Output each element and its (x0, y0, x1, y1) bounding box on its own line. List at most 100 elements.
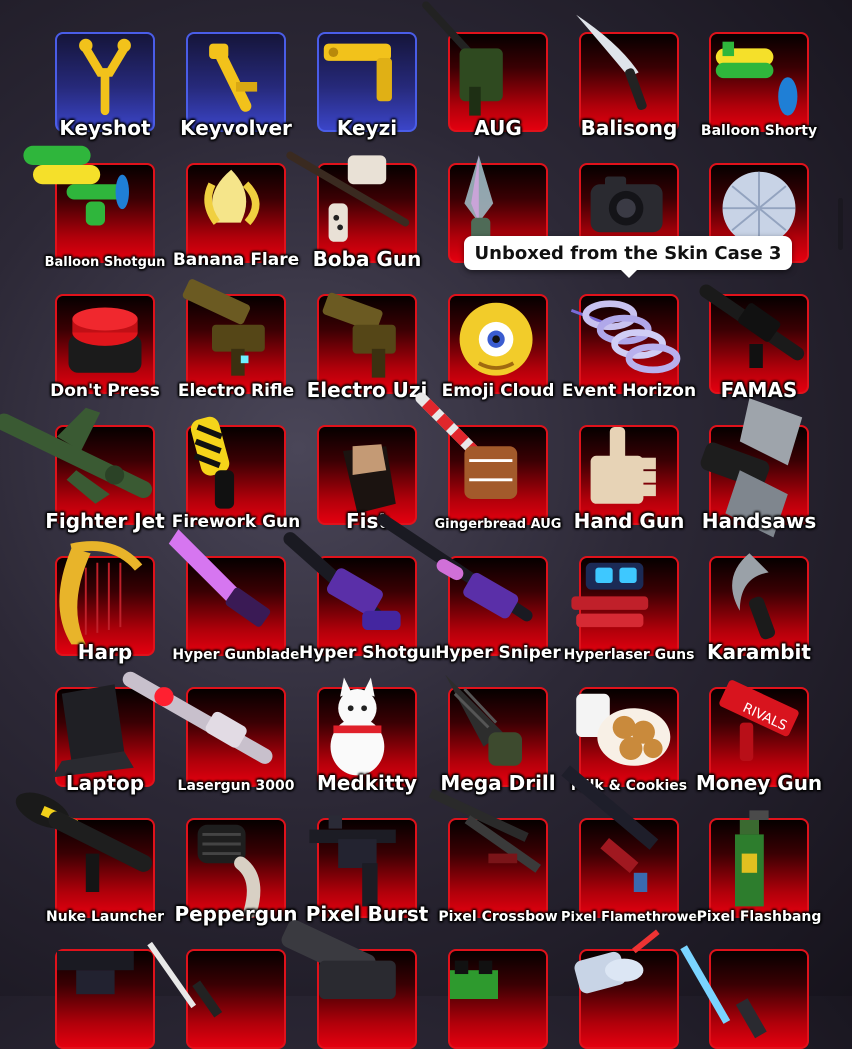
skin-name-label: Pixel Flamethrower (561, 910, 704, 925)
skin-name-label: Keyvolver (180, 116, 292, 140)
skin-card-fist[interactable]: Fist (317, 425, 417, 531)
katana-icon (147, 941, 223, 1018)
lasergun-icon (122, 671, 273, 764)
skin-name-label: Keyshot (59, 116, 151, 140)
skin-card-balloon-shorty[interactable]: Balloon Shorty (701, 32, 817, 138)
pixel-frog-icon (450, 960, 498, 999)
skin-name-label: Gingerbread AUG (434, 517, 562, 532)
milk-cookies-icon (576, 693, 671, 766)
skin-card-mega-drill[interactable]: Mega Drill (440, 674, 556, 793)
skin-card-electro-uzi[interactable]: Electro Uzi (307, 292, 427, 400)
skin-card-lasergun-3000[interactable]: Lasergun 3000 (122, 671, 294, 793)
skin-card-nuke-launcher[interactable]: Nuke Launcher (15, 792, 164, 924)
skin-card-hyper-sniper[interactable]: Hyper Sniper (377, 513, 561, 662)
skin-card-milk-cookies[interactable]: Milk & Cookies (571, 687, 687, 793)
skin-card-peppergun[interactable]: Peppergun (174, 818, 298, 924)
skin-card-item-42[interactable] (55, 949, 155, 1049)
skin-grid: Keyshot Keyvolver Keyzi AUG Balisong Balloon … (0, 0, 852, 1049)
skin-name-label: Money Gun (695, 771, 823, 795)
skin-name-label: Pixel Burst (305, 902, 429, 926)
skin-card-keyvolver[interactable]: Keyvolver (180, 32, 292, 138)
gingerbread-aug-icon (415, 392, 518, 499)
flashlight-icon (574, 929, 660, 994)
skin-card-event-horizon[interactable]: Event Horizon (562, 294, 696, 400)
skin-name-label: Keyzi (336, 116, 398, 140)
skin-card-pixel-flashbang[interactable]: Pixel Flashbang (697, 810, 821, 924)
skin-name-label: Pixel Flashbang (696, 909, 822, 925)
skin-name-label: Balloon Shorty (700, 123, 818, 139)
skin-card-hyper-gunblade[interactable]: Hyper Gunblade (168, 529, 300, 662)
skin-card-banana-flare[interactable]: Banana Flare (173, 163, 299, 269)
skin-card-harp[interactable]: Harp (55, 541, 155, 662)
skin-card-item-47[interactable] (680, 945, 809, 1049)
skin-card-item-46[interactable] (574, 929, 679, 1049)
skin-card-electro-rifle[interactable]: Electro Rifle (178, 279, 294, 400)
skin-name-label: Boba Gun (312, 247, 422, 271)
balloon-shotgun-icon (23, 145, 129, 226)
skin-name-label: AUG (474, 116, 522, 140)
skin-card-pixel-flamethrower[interactable]: Pixel Flamethrower (561, 765, 704, 924)
tooltip: Unboxed from the Skin Case 3 (464, 236, 792, 270)
firework-gun-icon (190, 416, 235, 509)
hyper-shotgun-icon (283, 532, 401, 630)
skin-name-label: Hyper Shotgun (299, 643, 443, 663)
hyper-sniper-icon (377, 513, 533, 622)
skin-card-fighter-jet[interactable]: Fighter Jet (0, 407, 165, 531)
skin-card-famas[interactable]: FAMAS (699, 284, 809, 400)
skin-card-boba-gun[interactable]: Boba Gun (286, 151, 421, 269)
skin-card-hand-gun[interactable]: Hand Gun (574, 425, 684, 531)
emoji-cloud-icon (459, 302, 533, 376)
skin-name-label: Hand Gun (573, 509, 685, 533)
skin-card-item-44[interactable] (281, 920, 417, 1049)
svg-text:RIVALS: RIVALS (740, 701, 789, 734)
skin-name-label: Balisong (580, 116, 678, 140)
skin-name-label: Fist (346, 509, 388, 533)
skin-card-balisong[interactable]: Balisong (576, 14, 679, 138)
pixel-crossbow-icon (428, 788, 541, 873)
skin-card-balloon-shotgun[interactable]: Balloon Shotgun (23, 145, 165, 269)
hyperlaser-guns-icon (571, 562, 649, 628)
skin-name-label: Don't Press (50, 381, 160, 401)
minigun-icon (281, 920, 396, 999)
skin-name-label: Hyper Sniper (435, 643, 561, 663)
skin-card-pixel-crossbow[interactable]: Pixel Crossbow (428, 788, 558, 924)
pixel-flamethrower-icon (561, 765, 659, 892)
skin-card-money-gun[interactable]: RIVALS Money Gun (696, 680, 822, 793)
skin-card-item-45[interactable] (448, 949, 548, 1049)
skin-card-laptop[interactable]: Laptop (52, 684, 155, 793)
spiral-blade-icon (570, 300, 681, 374)
skin-name-label: Fighter Jet (45, 509, 165, 533)
skin-name-label: Karambit (707, 640, 811, 664)
skin-name-label: Emoji Cloud (441, 381, 555, 401)
skin-name-label: Hyper Gunblade (172, 647, 300, 663)
balloon-shorty-icon (715, 41, 798, 116)
scrollbar[interactable] (838, 198, 843, 250)
skin-name-label: Peppergun (174, 902, 298, 926)
skin-card-aug[interactable]: AUG (422, 1, 548, 138)
skin-name-label: Balloon Shotgun (44, 255, 166, 270)
hyper-gunblade-icon (168, 529, 271, 627)
skin-card-emoji-cloud[interactable]: Emoji Cloud (442, 294, 554, 400)
pixel-flashbang-icon (735, 810, 769, 907)
skin-name-label: Mega Drill (440, 771, 556, 795)
skin-card-pixel-burst[interactable]: Pixel Burst (306, 815, 428, 924)
skin-card-keyzi[interactable]: Keyzi (317, 32, 417, 138)
skin-card-don-t-press[interactable]: Don't Press (50, 294, 160, 400)
skin-card-hyperlaser-guns[interactable]: Hyperlaser Guns (564, 556, 694, 662)
skin-card-item-43[interactable] (147, 941, 286, 1049)
skin-name-label: Banana Flare (172, 250, 300, 270)
skin-card-handsaws[interactable]: Handsaws (700, 398, 816, 538)
banana-icon (204, 169, 260, 226)
skin-card-karambit[interactable]: Karambit (707, 553, 811, 662)
skin-name-label: Electro Rifle (177, 381, 295, 401)
skin-card-keyshot[interactable]: Keyshot (55, 32, 155, 138)
lightsaber-icon (680, 945, 767, 1039)
skin-card-hyper-shotgun[interactable]: Hyper Shotgun (283, 532, 443, 662)
tooltip-arrow (620, 269, 638, 278)
skin-card-gingerbread-aug[interactable]: Gingerbread AUG (415, 392, 561, 531)
skin-card-medkitty[interactable]: Medkitty (317, 677, 417, 793)
skin-name-label: Electro Uzi (306, 378, 428, 402)
skin-card-firework-gun[interactable]: Firework Gun (172, 416, 300, 531)
skin-name-label: Handsaws (701, 509, 817, 533)
skin-name-label: Hyperlaser Guns (563, 647, 695, 663)
